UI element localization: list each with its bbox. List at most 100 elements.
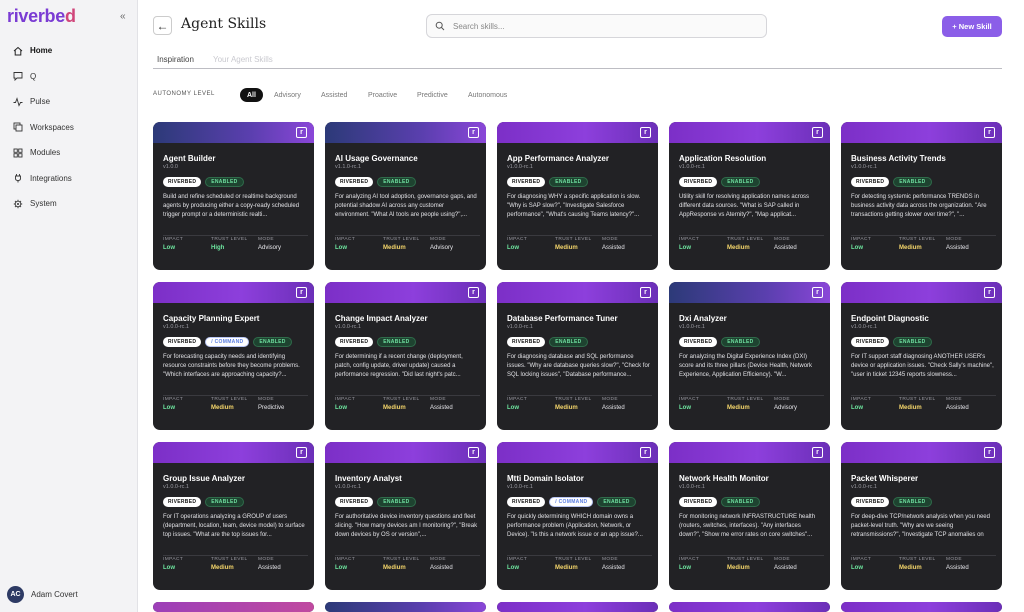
skill-card-partial[interactable] — [669, 602, 830, 612]
skill-title: Packet Whisperer — [851, 474, 919, 483]
mode-value: Assisted — [946, 245, 969, 251]
mode-metric: MODE Advisory — [774, 397, 797, 411]
sidebar-item-pulse[interactable]: Pulse — [0, 89, 138, 115]
metric-label: IMPACT — [679, 397, 700, 402]
search-box[interactable] — [426, 14, 767, 38]
skill-description: For analyzing AI tool adoption, governan… — [335, 194, 477, 218]
skill-card[interactable]: r Packet Whisperer v1.0.0-rc.1 RIVERBED ENAB… — [841, 442, 1002, 590]
impact-value: Low — [679, 565, 691, 571]
card-header-band — [497, 442, 658, 463]
skill-card-partial[interactable] — [497, 602, 658, 612]
new-skill-button[interactable]: + New Skill — [942, 16, 1002, 37]
riverbed-r-icon: r — [296, 447, 307, 458]
riverbed-r-icon: r — [296, 287, 307, 298]
filter-predictive[interactable]: Predictive — [417, 88, 448, 102]
skill-description: Utility skill for resolving application … — [679, 194, 810, 218]
enabled-badge: ENABLED — [377, 497, 416, 507]
skill-card[interactable]: r Inventory Analyst v1.0.0-rc.1 RIVERBED ENA… — [325, 442, 486, 590]
skill-card[interactable]: r Mtti Domain Isolator v1.0.0-rc.1 RIVERBED… — [497, 442, 658, 590]
badge-row: RIVERBED / COMMAND ENABLED — [507, 497, 636, 507]
skill-card[interactable]: r Business Activity Trends v1.0.0-rc.1 RIVE… — [841, 122, 1002, 270]
trust-metric: TRUST LEVEL Medium — [383, 237, 420, 251]
skill-card-partial[interactable] — [153, 602, 314, 612]
skill-card[interactable]: r AI Usage Governance v1.1.0-rc.1 RIVERBED E… — [325, 122, 486, 270]
impact-value: Low — [335, 245, 347, 251]
card-header-band — [153, 122, 314, 143]
riverbed-r-icon: r — [468, 127, 479, 138]
skill-card-partial[interactable] — [325, 602, 486, 612]
skill-card[interactable]: r Network Health Monitor v1.0.0-rc.1 RIVERB… — [669, 442, 830, 590]
card-header-band — [325, 442, 486, 463]
mode-metric: MODE Assisted — [946, 397, 969, 411]
skill-card[interactable]: r Dxi Analyzer v1.0.0-rc.1 RIVERBED ENABLED F… — [669, 282, 830, 430]
tab-your-agent-skills[interactable]: Your Agent Skills — [213, 55, 273, 64]
mode-metric: MODE Assisted — [774, 237, 797, 251]
riverbed-badge: RIVERBED — [851, 337, 890, 347]
impact-metric: IMPACT Low — [851, 557, 871, 571]
riverbed-r-icon: r — [296, 127, 307, 138]
skill-card[interactable]: r Capacity Planning Expert v1.0.0-rc.1 RIVE… — [153, 282, 314, 430]
trust-metric: TRUST LEVEL Medium — [211, 557, 248, 571]
impact-metric: IMPACT Low — [335, 237, 355, 251]
filter-proactive[interactable]: Proactive — [368, 88, 397, 102]
skill-title: Endpoint Diagnostic — [851, 314, 929, 323]
sidebar-item-q[interactable]: Q — [0, 64, 138, 90]
trust-metric: TRUST LEVEL Medium — [727, 237, 764, 251]
mode-metric: MODE Assisted — [430, 397, 453, 411]
riverbed-r-icon: r — [468, 287, 479, 298]
filter-assisted[interactable]: Assisted — [321, 88, 347, 102]
filter-autonomous[interactable]: Autonomous — [468, 88, 507, 102]
enabled-badge: ENABLED — [253, 337, 292, 347]
skill-title: Change Impact Analyzer — [335, 314, 428, 323]
riverbed-badge: RIVERBED — [507, 177, 546, 187]
user-profile[interactable]: AC Adam Covert — [7, 586, 78, 603]
tab-inspiration[interactable]: Inspiration — [157, 55, 194, 64]
card-header-band — [325, 282, 486, 303]
sidebar-item-system[interactable]: System — [0, 191, 138, 217]
enabled-badge: ENABLED — [893, 177, 932, 187]
sidebar-item-home[interactable]: Home — [0, 38, 138, 64]
skill-metrics: IMPACT Low TRUST LEVEL Medium MODE Assisted — [851, 235, 996, 255]
skill-version: v1.0.0-rc.1 — [851, 484, 877, 490]
sidebar-item-workspaces[interactable]: Workspaces — [0, 115, 138, 141]
sidebar-item-label: Pulse — [30, 97, 51, 107]
mode-value: Predictive — [258, 405, 285, 411]
metric-label: IMPACT — [679, 237, 700, 242]
badge-row: RIVERBED ENABLED — [679, 497, 760, 507]
skill-card[interactable]: r App Performance Analyzer v1.0.0-rc.1 RIVE… — [497, 122, 658, 270]
trust-metric: TRUST LEVEL Medium — [727, 557, 764, 571]
collapse-sidebar-icon[interactable]: « — [120, 11, 126, 22]
skill-card[interactable]: r Change Impact Analyzer v1.0.0-rc.1 RIVERB… — [325, 282, 486, 430]
trust-metric: TRUST LEVEL Medium — [555, 557, 592, 571]
skill-card[interactable]: r Agent Builder v1.0.0 RIVERBED ENABLED Build… — [153, 122, 314, 270]
sidebar-item-label: Integrations — [30, 173, 72, 183]
filter-all[interactable]: All — [240, 88, 263, 102]
sidebar-item-integrations[interactable]: Integrations — [0, 166, 138, 192]
skill-title: Inventory Analyst — [335, 474, 402, 483]
sidebar-item-label: Modules — [30, 148, 61, 158]
skill-card[interactable]: r Group Issue Analyzer v1.0.0-rc.1 RIVERBED… — [153, 442, 314, 590]
riverbed-logo[interactable]: riverbed — [7, 6, 76, 27]
card-header-band — [325, 602, 486, 612]
search-input[interactable] — [453, 21, 753, 31]
skill-card[interactable]: r Database Performance Tuner v1.0.0-rc.1 RI… — [497, 282, 658, 430]
sidebar-item-modules[interactable]: Modules — [0, 140, 138, 166]
mode-value: Assisted — [258, 565, 281, 571]
metric-label: MODE — [258, 397, 274, 402]
metric-label: IMPACT — [507, 557, 528, 562]
skill-card[interactable]: r Endpoint Diagnostic v1.0.0-rc.1 RIVERBED E… — [841, 282, 1002, 430]
enabled-badge: ENABLED — [377, 177, 416, 187]
trust-value: High — [211, 245, 225, 251]
back-button[interactable]: ← — [153, 16, 172, 35]
enabled-badge: ENABLED — [721, 497, 760, 507]
riverbed-badge: RIVERBED — [679, 177, 718, 187]
skill-card-partial[interactable] — [841, 602, 1002, 612]
filter-advisory[interactable]: Advisory — [274, 88, 301, 102]
metric-label: TRUST LEVEL — [211, 397, 248, 402]
metric-label: MODE — [774, 557, 790, 562]
riverbed-badge: RIVERBED — [163, 177, 202, 187]
enabled-badge: ENABLED — [721, 337, 760, 347]
skill-card[interactable]: r Application Resolution v1.0.0-rc.1 RIVERB… — [669, 122, 830, 270]
impact-value: Low — [851, 405, 863, 411]
trust-value: Medium — [727, 565, 750, 571]
